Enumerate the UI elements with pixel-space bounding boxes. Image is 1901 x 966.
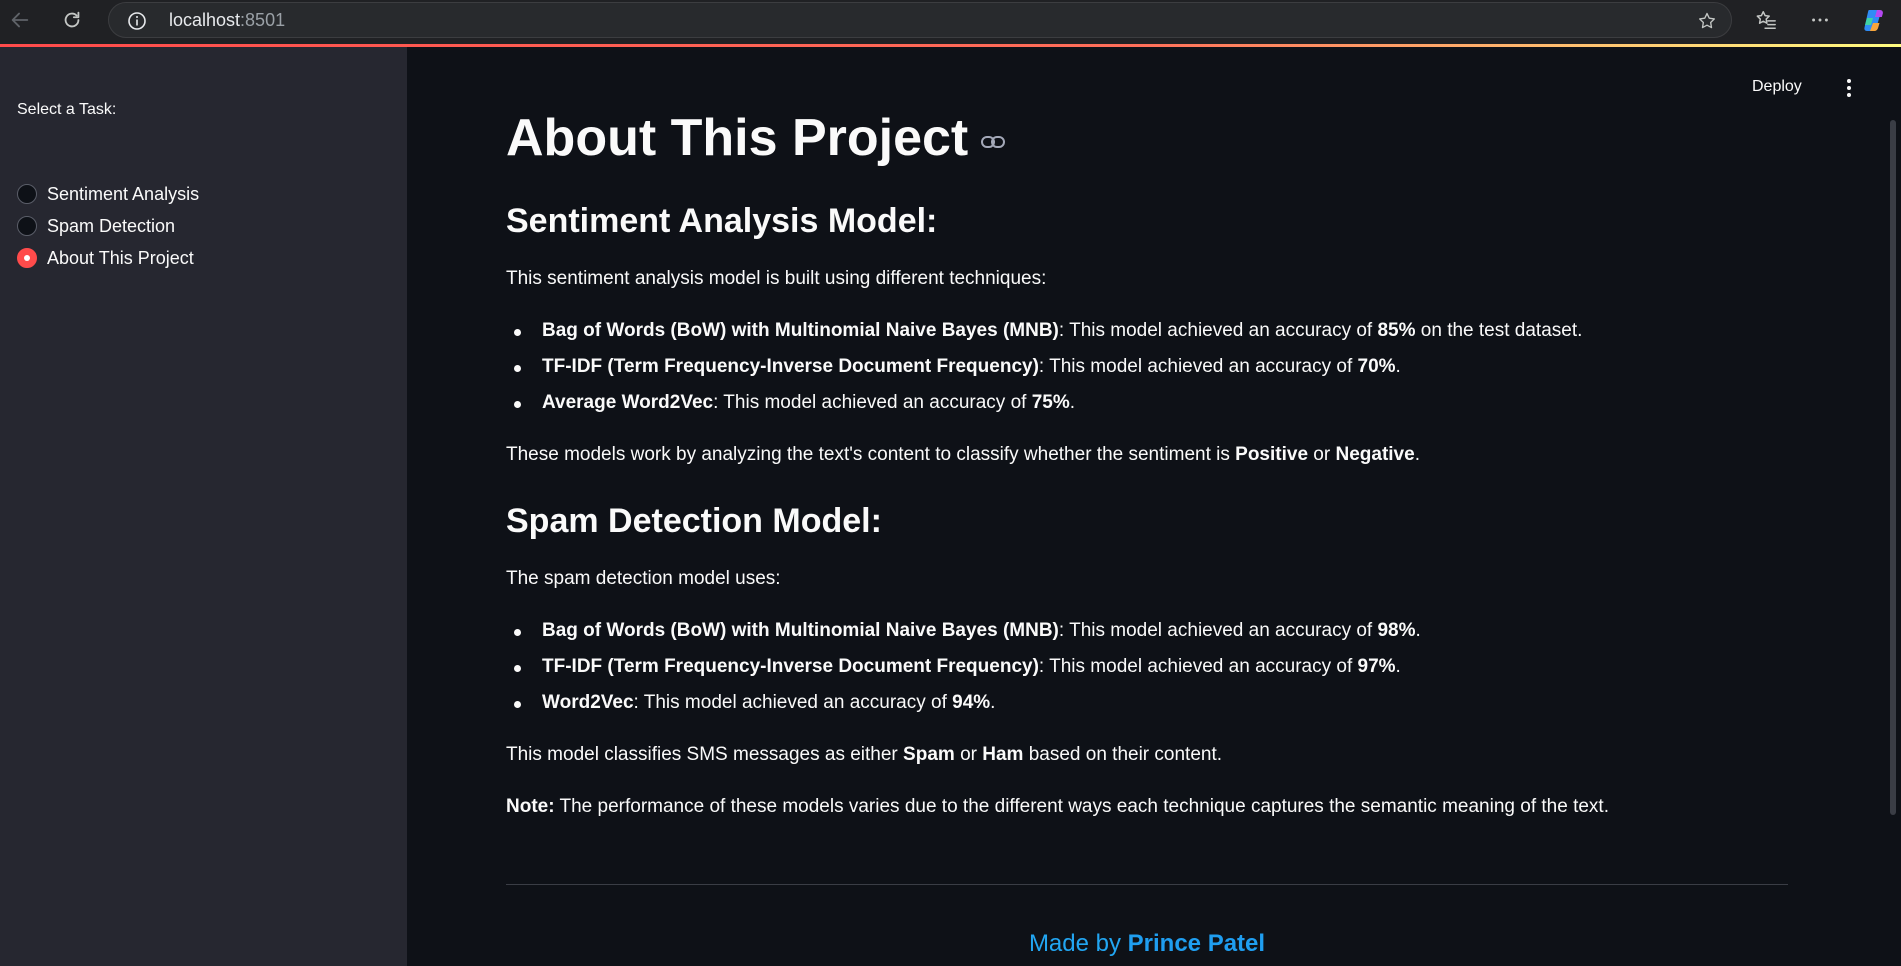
list-item: Word2Vec: This model achieved an accurac… [513, 692, 996, 714]
summary-text: based on their content. [1023, 744, 1223, 765]
accuracy-value: 94% [952, 692, 991, 713]
sentiment-intro: This sentiment analysis model is built u… [506, 268, 1047, 289]
label-ham: Ham [982, 744, 1024, 765]
task-radio-label: Select a Task: [17, 101, 117, 118]
footer-credit: Made by Prince Patel [506, 930, 1788, 958]
reload-icon[interactable] [52, 0, 92, 40]
radio-option-about-this-project[interactable]: About This Project [17, 245, 194, 271]
summary-text: . [1414, 444, 1420, 465]
footer-text: Made by [1028, 930, 1128, 957]
radio-option-label: About This Project [47, 247, 194, 268]
more-icon[interactable] [1800, 0, 1840, 40]
summary-text: or [1308, 444, 1336, 465]
bullet-text: : This model achieved an accuracy of [1058, 320, 1378, 341]
label-negative: Negative [1335, 444, 1415, 465]
bullet-text: . [990, 692, 996, 713]
bullet-text: : This model achieved an accuracy of [1038, 656, 1358, 677]
radio-button-unselected[interactable] [17, 216, 37, 236]
bullet-text: : This model achieved an accuracy of [1058, 620, 1378, 641]
list-item: TF-IDF (Term Frequency-Inverse Document … [514, 356, 1401, 378]
radio-button-unselected[interactable] [17, 184, 37, 204]
list-item: Bag of Words (BoW) with Multinomial Naiv… [514, 620, 1421, 642]
radio-option-sentiment-analysis[interactable]: Sentiment Analysis [17, 181, 199, 207]
bullet-text: : This model achieved an accuracy of [713, 392, 1032, 413]
spam-summary: This model classifies SMS messages as ei… [506, 744, 1222, 766]
spam-intro: The spam detection model uses: [506, 568, 781, 589]
page-title: About This Project [506, 108, 1006, 168]
url-host: localhost [169, 10, 241, 30]
url-text: localhost:8501 [169, 10, 285, 31]
page-title-text: About This Project [506, 109, 969, 167]
bullet-text: on the test dataset. [1415, 320, 1583, 341]
address-bar[interactable]: localhost:8501 [108, 2, 1732, 38]
radio-button-selected[interactable] [17, 248, 37, 268]
model-name: TF-IDF (Term Frequency-Inverse Document … [542, 656, 1039, 677]
radio-option-label: Sentiment Analysis [47, 183, 200, 204]
deploy-button[interactable]: Deploy [1752, 78, 1802, 96]
summary-text: This model classifies SMS messages as ei… [506, 744, 904, 765]
accuracy-value: 97% [1357, 656, 1396, 677]
note-label: Note: [506, 796, 555, 817]
radio-option-spam-detection[interactable]: Spam Detection [17, 213, 175, 239]
bullet-text: . [1395, 656, 1401, 677]
sentiment-summary: These models work by analyzing the text'… [506, 444, 1420, 466]
label-positive: Positive [1235, 444, 1309, 465]
sentiment-heading: Sentiment Analysis Model: [506, 202, 938, 240]
model-name: Bag of Words (BoW) with Multinomial Naiv… [542, 620, 1059, 641]
bullet-text: : This model achieved an accuracy of [1038, 356, 1358, 377]
note-paragraph: Note: The performance of these models va… [506, 796, 1609, 818]
bullet-text: . [1415, 620, 1421, 641]
spam-heading: Spam Detection Model: [506, 502, 882, 540]
list-item: Bag of Words (BoW) with Multinomial Naiv… [513, 320, 1583, 342]
accuracy-value: 70% [1357, 356, 1396, 377]
author-name: Prince Patel [1127, 930, 1266, 957]
model-name: Average Word2Vec [542, 392, 714, 413]
accuracy-value: 75% [1031, 392, 1070, 413]
scrollbar[interactable] [1890, 120, 1896, 815]
kebab-menu-icon[interactable] [1838, 76, 1860, 100]
accuracy-value: 98% [1377, 620, 1416, 641]
list-item: TF-IDF (Term Frequency-Inverse Document … [514, 656, 1401, 678]
url-port: :8501 [240, 10, 286, 30]
model-name: Bag of Words (BoW) with Multinomial Naiv… [542, 320, 1059, 341]
favorites-icon[interactable] [1746, 0, 1786, 40]
summary-text: These models work by analyzing the text'… [506, 444, 1236, 465]
browser-toolbar: localhost:8501 [0, 0, 1901, 44]
back-arrow-icon[interactable] [0, 0, 40, 40]
summary-text: or [954, 744, 983, 765]
label-spam: Spam [903, 744, 955, 765]
info-icon[interactable] [127, 11, 147, 31]
bullet-text: . [1395, 356, 1401, 377]
accuracy-value: 85% [1377, 320, 1416, 341]
star-icon[interactable] [1697, 11, 1717, 31]
model-name: TF-IDF (Term Frequency-Inverse Document … [542, 356, 1039, 377]
link-icon[interactable] [980, 129, 1006, 155]
bullet-text: . [1069, 392, 1075, 413]
list-item: Average Word2Vec: This model achieved an… [514, 392, 1075, 414]
note-text: The performance of these models varies d… [554, 796, 1609, 817]
bullet-text: : This model achieved an accuracy of [633, 692, 953, 713]
divider [506, 884, 1788, 885]
radio-option-label: Spam Detection [47, 215, 176, 236]
model-name: Word2Vec [542, 692, 634, 713]
copilot-icon[interactable] [1854, 0, 1894, 40]
